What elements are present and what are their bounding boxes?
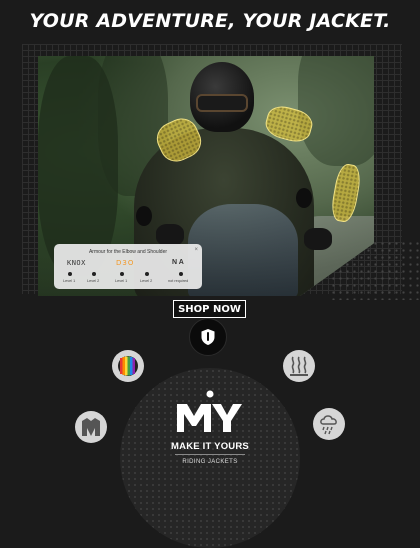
tree-shape [298,56,374,166]
jacket-icon [82,418,100,436]
elbow-armor [329,162,363,224]
color-options-button[interactable] [112,350,144,382]
shield-icon [201,329,215,345]
my-logo-mark [177,390,242,432]
knox-logo: KNOX [67,259,86,267]
headline: YOUR ADVENTURE, YOUR JACKET. [29,10,391,32]
d3o-logo: D3O [116,259,135,267]
color-options-icon [118,356,138,376]
level-dot [120,272,124,276]
armour-card-title: Armour for the Elbow and Shoulder [88,249,168,255]
weather-button[interactable] [313,408,345,440]
insulated-icon [290,356,308,376]
jacket-button[interactable] [75,411,107,443]
mirror-right [296,188,312,208]
armour-info-card: Armour for the Elbow and Shoulder × KNOX… [54,244,202,289]
make-it-yours-text: MAKE IT YOURS [171,441,249,452]
weather-icon [320,415,337,435]
motorcycle-windscreen [188,204,298,296]
riding-jackets-text: RIDING JACKETS [182,459,238,465]
divider [175,454,245,455]
insulated-button[interactable] [283,350,315,382]
shield-button[interactable] [189,318,227,356]
goggles [196,94,248,112]
level-label: Level 1 [63,279,76,283]
level-dot [92,272,96,276]
glove-left [156,224,184,246]
glove-right [304,228,332,250]
level-label: Level 2 [87,279,100,283]
level-label: Level 1 [115,279,128,283]
na-label: N A [172,259,184,266]
close-icon[interactable]: × [194,247,198,253]
mirror-left [136,206,152,226]
level-dot [145,272,149,276]
my-logo[interactable] [175,390,245,434]
level-label: not required [168,279,189,283]
level-dot [68,272,72,276]
level-dot [179,272,183,276]
level-label: Level 2 [140,279,153,283]
shop-now-button[interactable]: SHOP NOW [173,300,246,318]
